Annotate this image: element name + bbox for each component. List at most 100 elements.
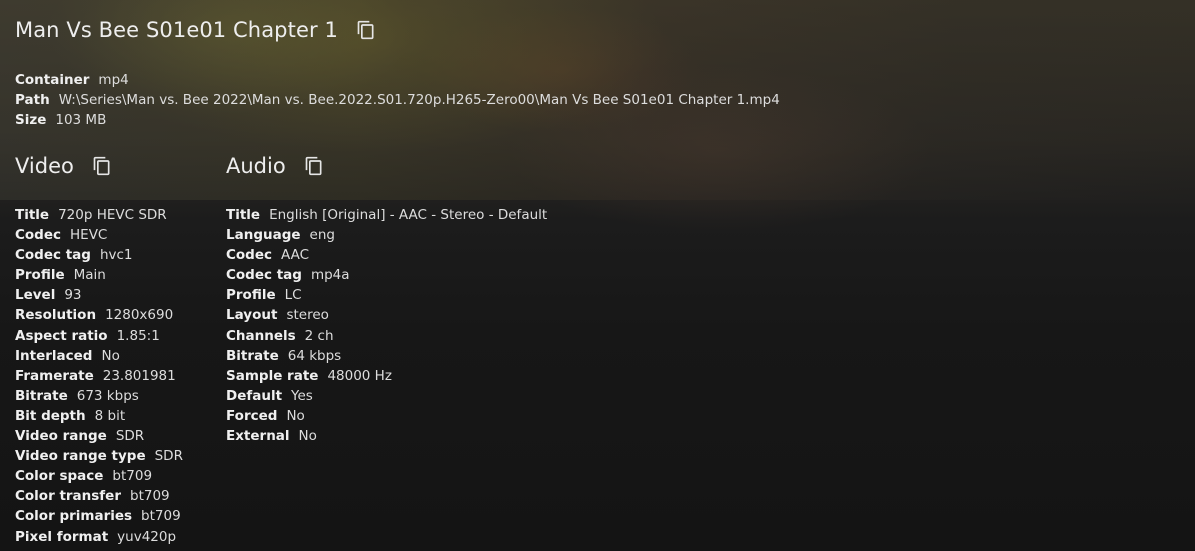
info-key: Codec xyxy=(226,247,273,264)
info-value: W:\Series\Man vs. Bee 2022\Man vs. Bee.2… xyxy=(58,92,780,108)
info-key: Color transfer xyxy=(15,488,121,505)
copy-icon[interactable] xyxy=(92,156,112,176)
info-value: hvc1 xyxy=(99,247,133,264)
video-section-title: Video xyxy=(15,154,74,178)
info-value: 720p HEVC SDR xyxy=(58,207,167,223)
info-key: Container xyxy=(15,72,90,88)
info-value: bt709 xyxy=(141,508,181,525)
video-info-list: Title 720p HEVC SDR Codec HEVC Codec tag hvc1… xyxy=(15,205,183,547)
info-key: Codec xyxy=(15,227,62,244)
info-row: Video range SDR xyxy=(15,426,183,446)
info-key: Title xyxy=(226,207,261,223)
info-key: External xyxy=(226,428,290,445)
info-row: Codec tag hvc1 xyxy=(15,245,183,265)
info-row: Default Yes xyxy=(226,386,547,406)
info-key: Interlaced xyxy=(15,347,93,364)
info-row: Framerate 23.801981 xyxy=(15,366,183,386)
info-row: Interlaced No xyxy=(15,346,183,366)
info-key: Framerate xyxy=(15,367,94,384)
info-row: Aspect ratio 1.85:1 xyxy=(15,326,183,346)
info-value: bt709 xyxy=(112,468,153,485)
info-row: Forced No xyxy=(226,406,547,426)
info-row-size: Size 103 MB xyxy=(15,110,780,130)
info-value: No xyxy=(286,407,305,424)
info-key: Size xyxy=(15,112,47,128)
info-row: Title 720p HEVC SDR xyxy=(15,205,183,225)
info-row-path: Path W:\Series\Man vs. Bee 2022\Man vs. B… xyxy=(15,90,780,110)
info-row-container: Container mp4 xyxy=(15,70,780,90)
info-row: Codec tag mp4a xyxy=(226,265,547,285)
info-row: Color space bt709 xyxy=(15,466,183,486)
info-key: Pixel format xyxy=(15,528,109,545)
info-row: Color primaries bt709 xyxy=(15,506,183,526)
info-row: Bitrate 64 kbps xyxy=(226,346,547,366)
info-value: 64 kbps xyxy=(287,347,342,364)
info-value: stereo xyxy=(286,307,329,324)
info-value: mp4 xyxy=(98,72,129,88)
info-key: Bitrate xyxy=(226,347,279,364)
audio-section-header: Audio xyxy=(226,152,547,180)
info-key: Codec tag xyxy=(226,267,302,284)
info-value: HEVC xyxy=(70,227,108,244)
info-value: English [Original] - AAC - Stereo - Defa… xyxy=(269,207,548,223)
audio-section-title: Audio xyxy=(226,154,286,178)
info-key: Resolution xyxy=(15,307,97,324)
info-row: Resolution 1280x690 xyxy=(15,305,183,325)
info-key: Bit depth xyxy=(15,407,86,424)
video-section-header: Video xyxy=(15,152,183,180)
info-key: Level xyxy=(15,287,56,304)
info-key: Profile xyxy=(15,267,65,284)
info-key: Video range type xyxy=(15,448,146,465)
info-row: Pixel format yuv420p xyxy=(15,527,183,547)
info-key: Forced xyxy=(226,407,278,424)
info-value: 93 xyxy=(64,287,82,304)
info-key: Sample rate xyxy=(226,367,319,384)
audio-info-list: Title English [Original] - AAC - Stereo -… xyxy=(226,205,547,446)
info-key: Video range xyxy=(15,428,107,445)
info-value: AAC xyxy=(281,247,310,264)
general-info: Container mp4 Path W:\Series\Man vs. Bee 2… xyxy=(15,70,780,130)
info-value: eng xyxy=(309,227,335,244)
info-value: 48000 Hz xyxy=(327,367,392,384)
info-key: Title xyxy=(15,207,50,223)
info-value: mp4a xyxy=(310,267,350,284)
info-value: SDR xyxy=(154,448,183,465)
info-row: Color transfer bt709 xyxy=(15,486,183,506)
info-row: Title English [Original] - AAC - Stereo -… xyxy=(226,205,547,225)
info-row: Bitrate 673 kbps xyxy=(15,386,183,406)
copy-icon[interactable] xyxy=(304,156,324,176)
info-row: Language eng xyxy=(226,225,547,245)
info-row: Profile Main xyxy=(15,265,183,285)
info-row: Layout stereo xyxy=(226,305,547,325)
info-value: SDR xyxy=(115,428,145,445)
info-row: Codec HEVC xyxy=(15,225,183,245)
info-value: 2 ch xyxy=(304,327,334,344)
info-value: 23.801981 xyxy=(102,367,176,384)
copy-icon[interactable] xyxy=(356,20,376,40)
info-key: Bitrate xyxy=(15,387,68,404)
info-value: 1.85:1 xyxy=(116,327,160,344)
info-key: Color primaries xyxy=(15,508,133,525)
info-value: 103 MB xyxy=(55,112,107,128)
info-key: Default xyxy=(226,387,283,404)
info-value: 1280x690 xyxy=(105,307,174,324)
info-key: Language xyxy=(226,227,301,244)
info-value: LC xyxy=(284,287,302,304)
info-row: Channels 2 ch xyxy=(226,326,547,346)
info-row: External No xyxy=(226,426,547,446)
info-row: Level 93 xyxy=(15,285,183,305)
info-row: Profile LC xyxy=(226,285,547,305)
info-key: Aspect ratio xyxy=(15,327,108,344)
info-value: bt709 xyxy=(130,488,170,505)
video-section: Video Title 720p HEVC SDR Codec HEVC Codec t… xyxy=(15,152,183,547)
info-key: Color space xyxy=(15,468,104,485)
info-key: Path xyxy=(15,92,50,108)
audio-section: Audio Title English [Original] - AAC - St… xyxy=(226,152,547,446)
info-key: Codec tag xyxy=(15,247,91,264)
info-key: Channels xyxy=(226,327,296,344)
info-value: 673 kbps xyxy=(76,387,139,404)
info-row: Bit depth 8 bit xyxy=(15,406,183,426)
info-value: yuv420p xyxy=(117,528,177,545)
info-value: Yes xyxy=(291,387,313,404)
media-info-panel: Man Vs Bee S01e01 Chapter 1 Container mp4… xyxy=(0,0,1195,551)
